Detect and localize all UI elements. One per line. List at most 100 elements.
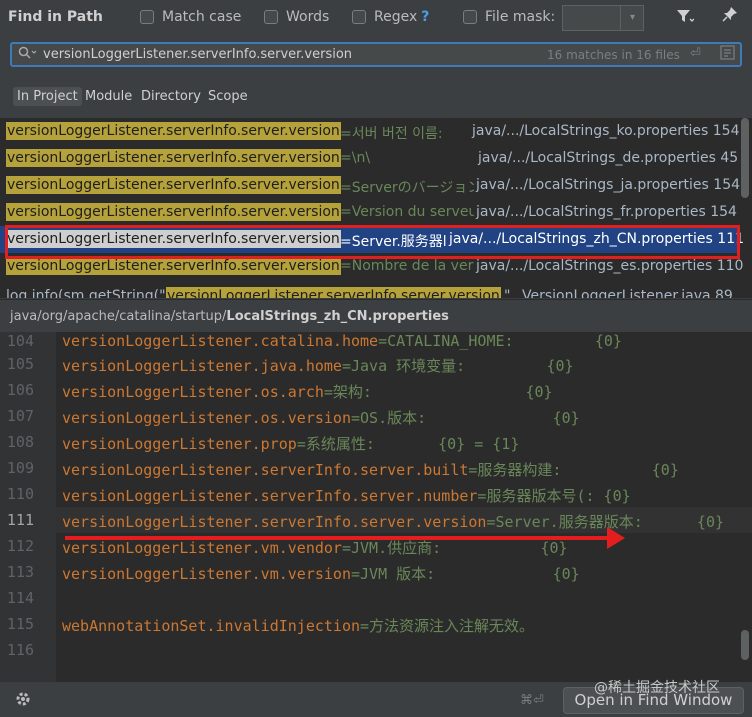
- line-number: 108: [6, 433, 34, 451]
- result-row[interactable]: versionLoggerListener.serverInfo.server.…: [0, 118, 740, 145]
- code-key: versionLoggerListener.prop: [62, 435, 297, 453]
- line-number: 104: [6, 332, 34, 350]
- file-mask-option[interactable]: File mask:: [463, 9, 555, 25]
- result-path: java/.../LocalStrings_es.properties 110: [476, 258, 744, 274]
- code-line[interactable]: versionLoggerListener.serverInfo.server.…: [62, 485, 631, 506]
- result-row[interactable]: log.info(sm.getString(" versionLoggerLis…: [0, 280, 740, 298]
- regex-checkbox[interactable]: [352, 10, 366, 24]
- code-key: versionLoggerListener.serverInfo.server.…: [62, 487, 478, 505]
- result-path: java/.../LocalStrings_fr.properties 154: [476, 204, 737, 220]
- pin-icon[interactable]: [722, 6, 738, 28]
- line-number: 114: [6, 589, 34, 607]
- editor-scrollbar[interactable]: [741, 630, 749, 660]
- results-list[interactable]: versionLoggerListener.serverInfo.server.…: [0, 118, 752, 298]
- code-line[interactable]: versionLoggerListener.java.home=Java 环境变…: [62, 355, 574, 376]
- search-input[interactable]: versionLoggerListener.serverInfo.server.…: [43, 47, 352, 62]
- code-key: versionLoggerListener.serverInfo.server.…: [62, 461, 469, 479]
- code-value: =JVM.供应商: {0}: [341, 539, 568, 557]
- regex-icon[interactable]: [720, 45, 736, 65]
- open-shortcut-hint: ⌘⏎: [520, 693, 544, 708]
- settings-icon[interactable]: [14, 690, 32, 713]
- code-value: =JVM 版本: {0}: [350, 565, 580, 583]
- tab-module[interactable]: Module: [81, 87, 136, 106]
- watermark: @稀土掘金技术社区: [594, 680, 720, 696]
- regex-help-icon[interactable]: ?: [421, 9, 429, 25]
- code-value: =架构: {0}: [323, 383, 553, 401]
- code-key: versionLoggerListener.catalina.home: [62, 332, 379, 350]
- line-number: 115: [6, 615, 34, 633]
- line-number: 106: [6, 381, 34, 399]
- code-line[interactable]: versionLoggerListener.os.arch=架构: {0}: [62, 381, 553, 402]
- code-key: versionLoggerListener.os.version: [62, 409, 351, 427]
- line-number: 112: [6, 537, 34, 555]
- code-line[interactable]: versionLoggerListener.prop=系统属性: {0} = {…: [62, 433, 519, 454]
- words-checkbox[interactable]: [264, 10, 278, 24]
- code-line[interactable]: versionLoggerListener.catalina.home=CATA…: [62, 332, 622, 350]
- line-number: 113: [6, 563, 34, 581]
- result-match: versionLoggerListener.serverInfo.server.…: [6, 176, 341, 194]
- result-match: versionLoggerListener.serverInfo.server.…: [6, 257, 341, 275]
- result-path: java/.../LocalStrings_ja.properties 154: [476, 177, 741, 193]
- result-row[interactable]: versionLoggerListener.serverInfo.server.…: [0, 145, 740, 172]
- code-value: =Java 环境变量: {0}: [341, 357, 574, 375]
- match-case-checkbox[interactable]: [140, 10, 154, 24]
- code-value: =系统属性: {0} = {1}: [296, 435, 520, 453]
- filter-icon[interactable]: [676, 8, 695, 28]
- code-value: =服务器版本号(: {0}: [477, 487, 631, 505]
- code-line[interactable]: versionLoggerListener.os.version=OS.版本: …: [62, 407, 580, 428]
- file-mask-label: File mask:: [485, 9, 556, 25]
- result-match: versionLoggerListener.serverInfo.server.…: [166, 287, 501, 298]
- code-key: versionLoggerListener.serverInfo.server.…: [62, 513, 487, 531]
- result-rest: =\n\: [340, 150, 371, 166]
- result-path: VersionLoggerListener.java 89: [522, 288, 733, 298]
- line-number: 109: [6, 459, 34, 477]
- result-rest: =Serverのバージョン: [340, 180, 474, 196]
- result-match: versionLoggerListener.serverInfo.server.…: [6, 149, 341, 167]
- tab-directory[interactable]: Directory: [137, 87, 205, 106]
- result-row[interactable]: versionLoggerListener.serverInfo.server.…: [0, 172, 740, 199]
- code-line[interactable]: versionLoggerListener.vm.version=JVM 版本:…: [62, 563, 580, 584]
- line-number-current: 111: [6, 511, 34, 529]
- enter-icon[interactable]: ⏎: [690, 46, 701, 61]
- search-icon[interactable]: [18, 46, 38, 64]
- file-path-name: LocalStrings_zh_CN.properties: [226, 309, 449, 324]
- result-row[interactable]: versionLoggerListener.serverInfo.server.…: [0, 199, 740, 226]
- file-mask-dropdown-icon[interactable]: ▾: [620, 5, 644, 31]
- tab-in-project[interactable]: In Project: [13, 87, 82, 106]
- result-prefix: log.info(sm.getString(": [6, 288, 166, 298]
- code-value: =Server.服务器版本: {0}: [486, 513, 725, 531]
- annotation-arrow-shaft: [65, 536, 610, 540]
- line-number: 110: [6, 485, 34, 503]
- match-count: 16 matches in 16 files: [547, 48, 680, 62]
- results-scrollbar[interactable]: [741, 118, 749, 198]
- file-path: java/org/apache/catalina/startup/LocalSt…: [10, 309, 449, 324]
- file-path-dir: java/org/apache/catalina/startup/: [10, 309, 227, 324]
- file-mask-checkbox[interactable]: [463, 10, 477, 24]
- result-rest: =Version du serveu: [340, 204, 474, 220]
- annotation-arrow-head: [607, 527, 625, 549]
- regex-option[interactable]: Regex ?: [352, 9, 429, 25]
- words-option[interactable]: Words: [264, 9, 329, 25]
- tab-scope[interactable]: Scope: [204, 87, 252, 106]
- words-label: Words: [286, 9, 330, 25]
- code-line[interactable]: versionLoggerListener.vm.vendor=JVM.供应商:…: [62, 537, 568, 558]
- result-rest: =Nombre de la vers: [340, 258, 474, 274]
- dialog-title: Find in Path: [8, 9, 103, 25]
- code-key: versionLoggerListener.vm.vendor: [62, 539, 342, 557]
- result-match: versionLoggerListener.serverInfo.server.…: [6, 203, 341, 221]
- code-key: versionLoggerListener.vm.version: [62, 565, 351, 583]
- code-line[interactable]: versionLoggerListener.serverInfo.server.…: [62, 459, 679, 480]
- result-rest: ": [504, 288, 511, 298]
- match-case-option[interactable]: Match case: [140, 9, 241, 25]
- result-rest: =서버 버전 이름:: [340, 126, 443, 142]
- code-line[interactable]: webAnnotationSet.invalidInjection=方法资源注入…: [62, 615, 534, 636]
- result-path: java/.../LocalStrings_de.properties 45: [478, 150, 739, 166]
- code-value: =方法资源注入注解无效。: [360, 617, 535, 635]
- line-number: 116: [6, 641, 34, 659]
- code-key: webAnnotationSet.invalidInjection: [62, 617, 361, 635]
- code-key: versionLoggerListener.os.arch: [62, 383, 324, 401]
- result-path: java/.../LocalStrings_ko.properties 154: [472, 123, 740, 139]
- code-value: =CATALINA_HOME: {0}: [378, 332, 622, 350]
- code-value: =服务器构建: {0}: [468, 461, 679, 479]
- regex-label: Regex: [374, 9, 418, 25]
